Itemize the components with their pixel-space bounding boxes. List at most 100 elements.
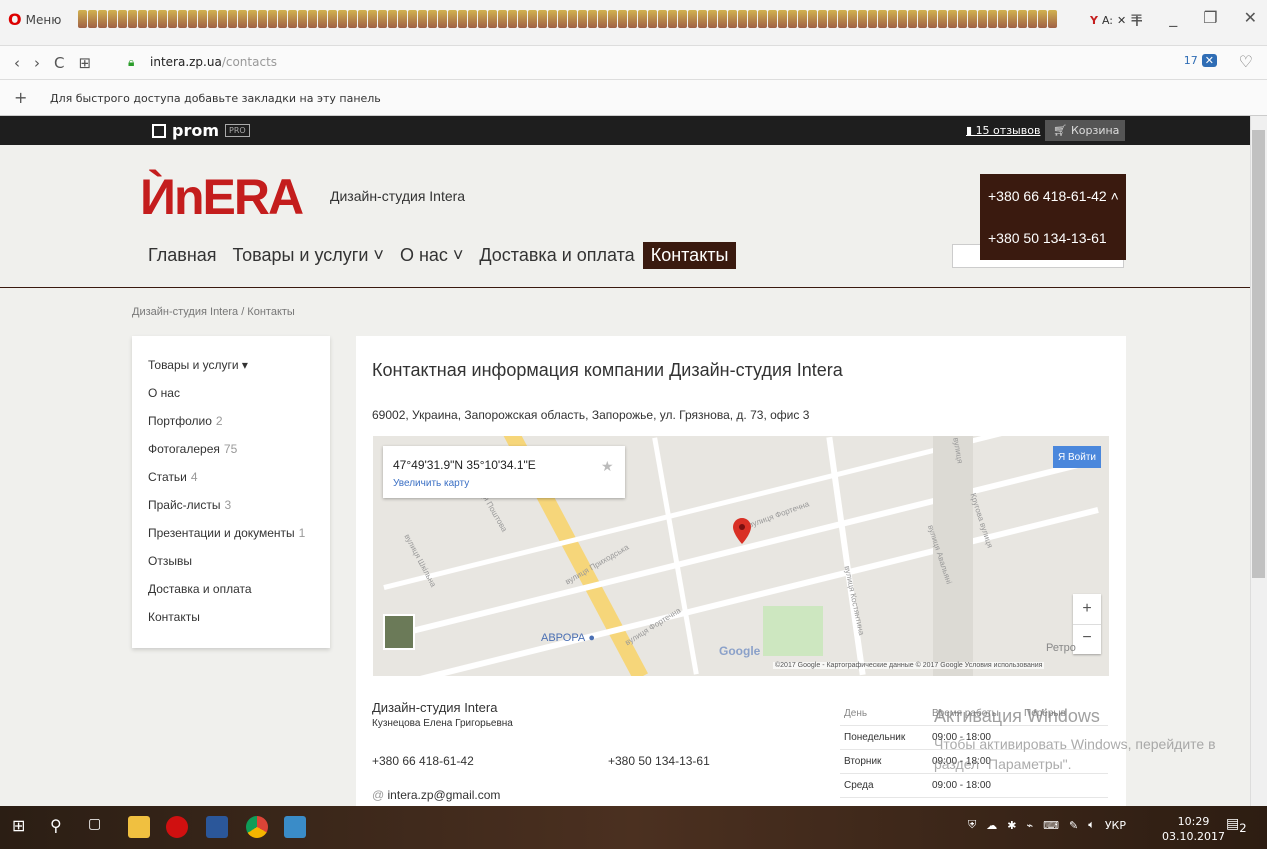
reviews-link[interactable]: ▮ 15 отзывов	[966, 124, 1040, 137]
comment-icon: ▮	[966, 124, 976, 137]
header-phone-1[interactable]: +380 66 418-61-42 ˄	[988, 188, 1119, 204]
forward-icon[interactable]: ›	[34, 54, 40, 72]
back-icon[interactable]: ‹	[14, 54, 20, 72]
nav-contacts[interactable]: Контакты	[642, 242, 737, 269]
zoom-out-icon[interactable]: −	[1073, 624, 1101, 654]
activation-watermark-text: Чтобы активировать Windows, перейдите в р…	[934, 734, 1216, 774]
sidebar-item-label: Фотогалерея	[148, 442, 220, 456]
road	[652, 437, 699, 675]
main-nav: Главная Товары и услуги ˅ О нас ˅ Достав…	[140, 242, 737, 269]
active-tab-label: A:	[1101, 13, 1114, 27]
opera-logo-icon: O	[8, 10, 22, 29]
sidebar-item-articles[interactable]: Статьи 4	[148, 470, 198, 484]
email-text: intera.zp@gmail.com	[387, 788, 501, 802]
url-path: /contacts	[221, 55, 278, 69]
menu-label: Меню	[25, 12, 62, 27]
zoom-in-icon[interactable]: +	[1073, 594, 1101, 624]
lock-icon[interactable]: 🔒︎	[128, 55, 140, 69]
sidebar-item-count: 75	[223, 442, 238, 456]
map-copyright[interactable]: ©2017 Google - Картографические данные ©…	[773, 662, 1045, 669]
prom-logo[interactable]: prom PRO	[152, 121, 250, 140]
browser-tab-bar: O Меню Y A: ✕ + ≡ _ ❐ ✕	[0, 0, 1267, 46]
sidebar-item-portfolio[interactable]: Портфолио 2	[148, 414, 223, 428]
adblock-badge[interactable]: 17 ✕	[1184, 54, 1217, 67]
cart-button[interactable]: 🛒︎ Корзина	[1045, 120, 1125, 141]
contact-person: Кузнецова Елена Григорьевна	[372, 718, 513, 729]
site-name: Дизайн-студия Intera	[330, 188, 466, 204]
volume-icon[interactable]: 🔈︎	[1088, 818, 1095, 832]
speed-dial-icon[interactable]: ⊞	[78, 54, 91, 72]
notification-count: 2	[1239, 820, 1247, 835]
browser-menu-button[interactable]: O Меню	[8, 10, 61, 29]
word-icon[interactable]	[206, 816, 228, 838]
opera-icon[interactable]	[166, 816, 188, 838]
keyboard-icon[interactable]: ⌨	[1043, 819, 1059, 832]
task-view-icon[interactable]: ▢	[88, 816, 110, 838]
system-tray: ⛨ ☁ ✱ ⌁ ⌨ ✎ 🔈︎ УКР	[968, 818, 1126, 832]
sidebar-item-delivery[interactable]: Доставка и оплата	[148, 582, 252, 596]
aurora-text: АВРОРА	[541, 632, 586, 644]
watermark-line: раздел "Параметры".	[934, 756, 1072, 772]
map-pin-icon[interactable]	[733, 518, 751, 544]
file-explorer-icon[interactable]	[128, 816, 150, 838]
map-login-button[interactable]: Я Войти	[1053, 446, 1101, 468]
nav-home[interactable]: Главная	[140, 242, 225, 269]
photos-icon[interactable]	[284, 816, 306, 838]
windows-start-icon[interactable]: ⊞	[12, 816, 34, 838]
minimize-icon[interactable]: _	[1169, 8, 1177, 27]
header-phone-2[interactable]: +380 50 134-13-61	[988, 230, 1107, 246]
intera-logo[interactable]: ЍnERA	[140, 168, 304, 226]
schedule-day: Среда	[844, 780, 874, 791]
schedule-time: 09:00 - 18:00	[932, 780, 991, 791]
notifications-icon[interactable]: ▤2	[1226, 816, 1247, 835]
page-title: Контактная информация компании Дизайн-ст…	[372, 360, 843, 380]
reload-icon[interactable]: C	[54, 54, 64, 72]
cloud-icon[interactable]: ☁	[986, 819, 997, 832]
contact-phone-2[interactable]: +380 50 134-13-61	[608, 754, 710, 768]
store-icon: ●	[588, 632, 595, 644]
header-divider	[0, 287, 1250, 288]
clock-date: 03.10.2017	[1162, 830, 1225, 843]
clock[interactable]: 10:29 03.10.2017	[1162, 814, 1225, 844]
nav-delivery[interactable]: Доставка и оплата	[471, 242, 642, 269]
google-map[interactable]: вулиця Фортечна вулиця Приходська вулиця…	[373, 436, 1109, 676]
nav-products[interactable]: Товары и услуги ˅	[225, 242, 392, 269]
contact-email[interactable]: @ intera.zp@gmail.com	[372, 788, 500, 802]
intera-favicon-icon: Y	[1090, 13, 1098, 27]
shield-tray-icon[interactable]: ⛨	[968, 818, 976, 832]
sidebar-item-prices[interactable]: Прайс-листы 3	[148, 498, 231, 512]
schedule-day: Понедельник	[844, 732, 906, 743]
watermark-line: Чтобы активировать Windows, перейдите в	[934, 736, 1216, 752]
breadcrumb[interactable]: Дизайн-студия Intera / Контакты	[132, 306, 295, 318]
language-indicator[interactable]: УКР	[1105, 819, 1126, 832]
network-icon[interactable]: ⌁	[1026, 819, 1033, 832]
star-icon[interactable]: ★	[601, 458, 614, 475]
nav-about[interactable]: О нас ˅	[392, 242, 471, 269]
satellite-toggle[interactable]	[383, 614, 415, 650]
close-window-icon[interactable]: ✕	[1244, 8, 1257, 27]
clock-time: 10:29	[1177, 815, 1210, 828]
close-tab-icon[interactable]: ✕	[1117, 14, 1126, 27]
pen-icon[interactable]: ✎	[1069, 819, 1078, 832]
search-icon[interactable]: ⚲	[50, 816, 72, 838]
sidebar-item-presentations[interactable]: Презентации и документы 1	[148, 526, 305, 540]
tab-strip[interactable]	[78, 10, 1088, 30]
maximize-icon[interactable]: ❐	[1203, 8, 1217, 27]
bookmark-heart-icon[interactable]: ♡	[1239, 52, 1253, 71]
scrollbar-thumb[interactable]	[1252, 130, 1265, 578]
sidebar-item-gallery[interactable]: Фотогалерея 75	[148, 442, 237, 456]
sidebar-item-about[interactable]: О нас	[148, 386, 180, 400]
phone-dropdown[interactable]: +380 66 418-61-42 ˄ +380 50 134-13-61	[980, 174, 1126, 260]
sidebar-item-products[interactable]: Товары и услуги ▾	[148, 358, 248, 372]
add-bookmark-icon[interactable]: +	[14, 88, 27, 107]
google-logo: Google	[719, 644, 761, 658]
schedule-day: Вторник	[844, 756, 882, 767]
sidebar-item-contacts[interactable]: Контакты	[148, 610, 200, 624]
contact-phone-1[interactable]: +380 66 418-61-42	[372, 754, 474, 768]
url-field[interactable]: intera.zp.ua/contacts	[150, 55, 277, 69]
bluetooth-icon[interactable]: ✱	[1007, 819, 1016, 832]
sidebar-item-reviews[interactable]: Отзывы	[148, 554, 192, 568]
chrome-icon[interactable]	[246, 816, 268, 838]
enlarge-map-link[interactable]: Увеличить карту	[393, 478, 469, 489]
tab-menu-icon[interactable]: ≡	[1130, 8, 1143, 27]
